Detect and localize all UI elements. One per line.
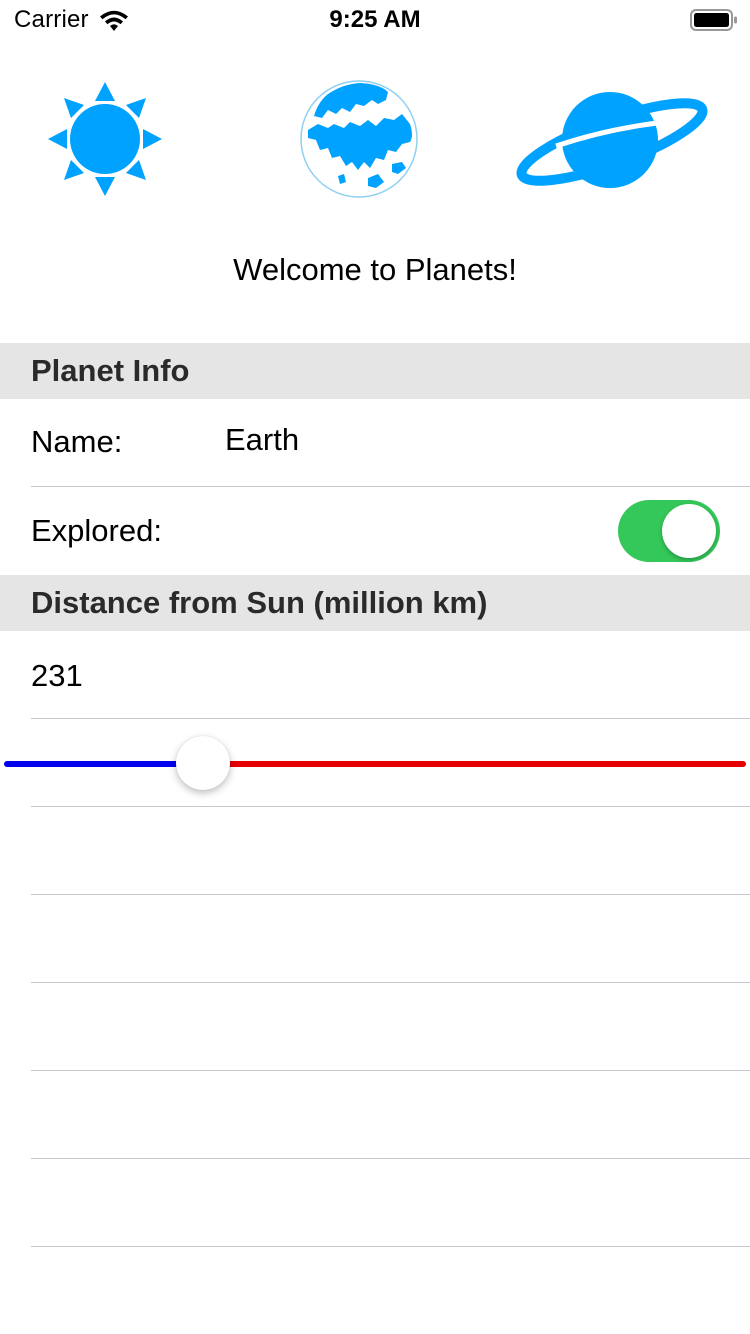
status-bar: Carrier 9:25 AM — [0, 0, 750, 40]
explored-label: Explored: — [31, 513, 162, 548]
name-value[interactable]: Earth — [225, 422, 299, 458]
distance-slider[interactable] — [4, 735, 746, 793]
planet-icons-row — [0, 76, 750, 206]
slider-min-track — [4, 761, 203, 767]
status-time: 9:25 AM — [329, 6, 421, 33]
slider-thumb[interactable] — [176, 736, 230, 790]
name-label: Name: — [31, 424, 123, 459]
name-row: Name: Earth — [0, 399, 750, 487]
slider-max-track — [203, 761, 746, 767]
row-separator — [31, 1158, 750, 1159]
row-separator — [31, 1246, 750, 1247]
section-title: Planet Info — [31, 353, 190, 388]
row-separator — [31, 806, 750, 807]
section-header-planet-info: Planet Info — [0, 343, 750, 399]
section-header-distance: Distance from Sun (million km) — [0, 575, 750, 631]
battery-icon — [690, 9, 737, 31]
row-separator — [31, 718, 750, 719]
sun-icon — [48, 82, 162, 196]
saturn-icon — [516, 92, 708, 188]
distance-value: 231 — [31, 658, 83, 693]
toggle-knob — [662, 504, 716, 558]
welcome-text: Welcome to Planets! — [233, 252, 517, 287]
row-separator — [31, 1070, 750, 1071]
section-title: Distance from Sun (million km) — [31, 585, 488, 620]
distance-value-row: 231 — [0, 631, 750, 719]
row-separator — [31, 982, 750, 983]
row-separator — [31, 894, 750, 895]
explored-toggle[interactable] — [618, 500, 720, 562]
earth-icon — [300, 80, 418, 198]
